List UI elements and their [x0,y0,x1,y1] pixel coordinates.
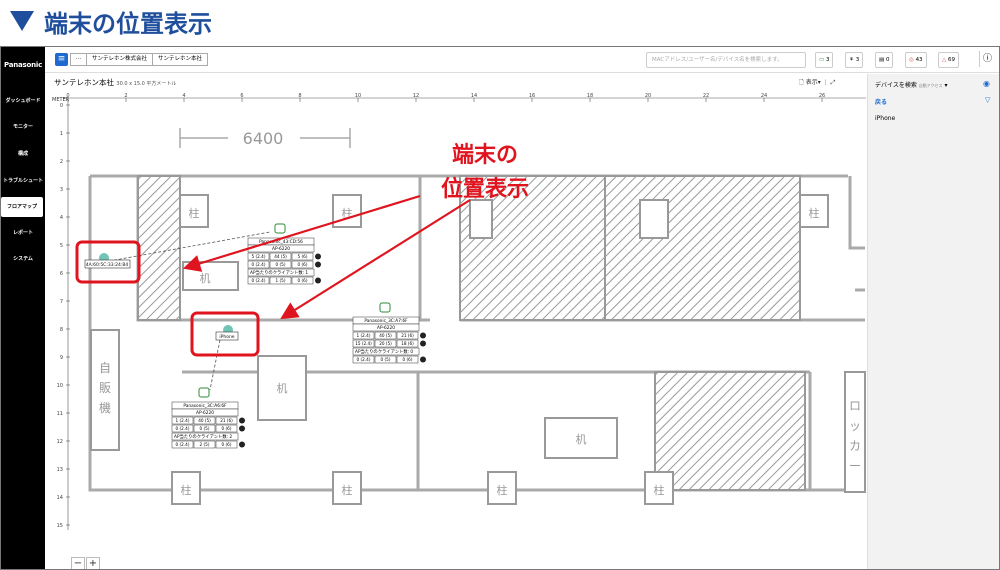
network-icon: ⚘ [849,57,854,63]
breadcrumb-office[interactable]: サンテレホン本社 [152,53,209,66]
zoom-controls: − + [71,557,100,569]
back-link[interactable]: 戻る [875,97,887,106]
menu-icon[interactable]: ≡ [55,53,68,66]
map-title-text: サンテレホン本社 [54,78,114,87]
sidebar-item-report[interactable]: レポート [1,223,45,243]
sidebar-item-system[interactable]: システム [1,249,45,269]
sidebar-item-config[interactable]: 構成 [1,144,45,164]
stat-switch[interactable]: ▤ 0 [875,52,894,68]
zoom-in-button[interactable]: + [86,557,100,569]
map-title: サンテレホン本社 30.0 x 15.0 平方メートル [54,77,176,88]
search-input[interactable]: MACアドレス/ユーザー名/デバイス名を検索します。 [646,52,806,68]
display-toggle[interactable]: 表示 [806,79,818,86]
stat-laptops[interactable]: ▭ 3 [815,52,834,68]
warning-icon: △ [942,57,947,63]
brand-logo: Panasonic [3,61,43,69]
breadcrumb-company[interactable]: サンテレホン株式会社 [86,53,154,66]
sidebar-item-monitor[interactable]: モニター [1,117,45,137]
stat-network[interactable]: ⚘ 3 [845,52,864,68]
app-window: Panasonic ダッシュボード モニター 構成 トラブルシュート フロアマッ… [0,46,1000,570]
document-icon[interactable]: 🗋 [799,79,804,86]
info-icon[interactable]: ⓘ [979,51,995,67]
more-icon[interactable]: ⋮ [823,79,829,86]
zoom-out-button[interactable]: − [71,557,85,569]
filter-icon[interactable]: ▽ [985,96,990,104]
stat-alerts[interactable]: ◎ 43 [905,52,927,68]
triangle-icon [10,11,34,31]
eye-icon[interactable]: ◉ [983,79,990,88]
right-panel: デバイスを検索 自動アクセス ▾ ◉ 戻る ▽ iPhone [867,74,999,569]
top-bar: ≡ ⋯ サンテレホン株式会社 サンテレホン本社 MACアドレス/ユーザー名/デバ… [45,47,999,73]
shield-icon: ◎ [909,57,914,63]
page-heading: 端末の位置表示 [4,2,212,40]
heading-text: 端末の位置表示 [44,9,212,38]
sidebar-item-dashboard[interactable]: ダッシュボード [1,91,45,111]
stat-warnings[interactable]: △ 69 [938,52,959,68]
sidebar-item-floormap[interactable]: フロアマップ [1,197,43,217]
sidebar: Panasonic ダッシュボード モニター 構成 トラブルシュート フロアマッ… [1,47,45,569]
device-search-dropdown[interactable]: デバイスを検索 自動アクセス ▾ [875,80,947,89]
map-toolbar: 🗋 表示▾ ⋮ ⤢ [799,79,836,86]
breadcrumb-more[interactable]: ⋯ [70,53,88,66]
map-dimensions: 30.0 x 15.0 平方メートル [116,81,177,87]
laptop-icon: ▭ [819,57,825,63]
sidebar-item-troubleshoot[interactable]: トラブルシュート [1,171,45,191]
device-list-item[interactable]: iPhone [875,115,895,122]
expand-icon[interactable]: ⤢ [831,79,836,86]
switch-icon: ▤ [879,57,885,63]
